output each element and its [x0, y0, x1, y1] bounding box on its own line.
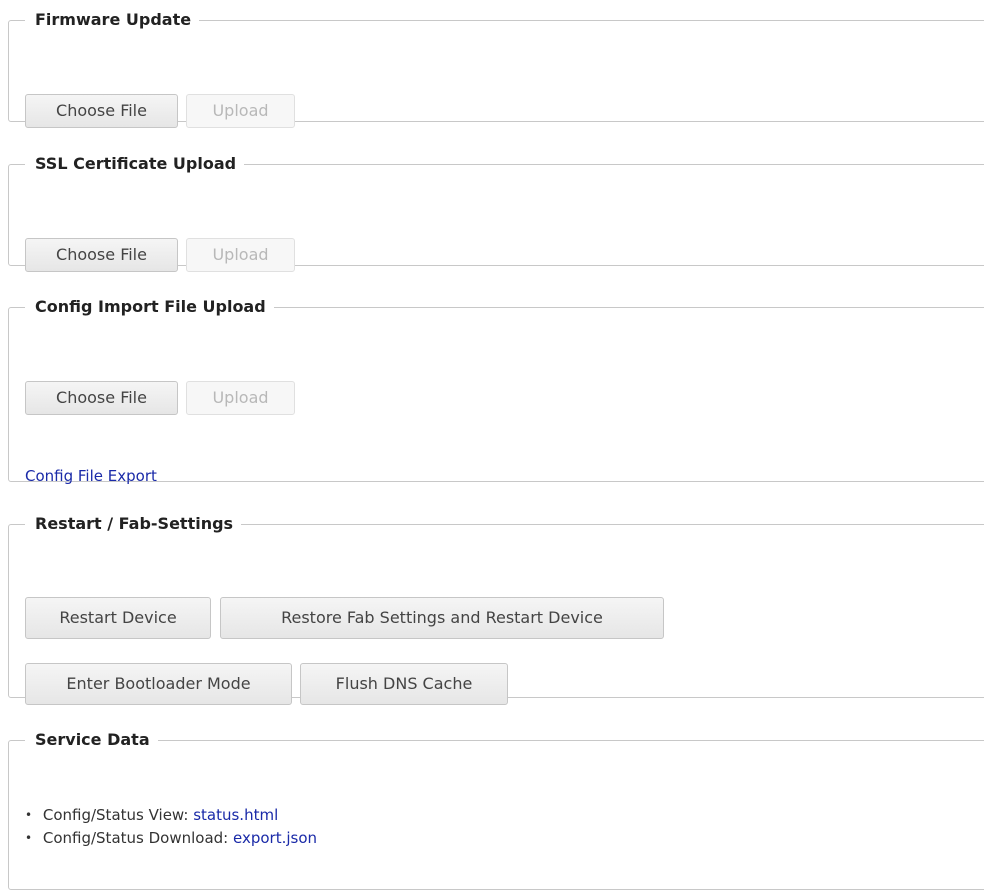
flush-dns-cache-button[interactable]: Flush DNS Cache: [300, 663, 508, 705]
firmware-upload-button[interactable]: Upload: [186, 94, 295, 128]
list-item: Config/Status View: status.html: [25, 804, 317, 827]
service-item-label: Config/Status View:: [42, 806, 189, 824]
firmware-update-title: Firmware Update: [35, 10, 192, 29]
config-file-export-link[interactable]: Config File Export: [25, 467, 157, 485]
config-choose-file-button[interactable]: Choose File: [25, 381, 178, 415]
config-upload-button[interactable]: Upload: [186, 381, 295, 415]
service-data-list: Config/Status View: status.html Config/S…: [25, 804, 317, 850]
ssl-certificate-title: SSL Certificate Upload: [35, 154, 237, 173]
service-data-section: Service Data Config/Status View: status.…: [8, 730, 984, 890]
restore-fab-settings-button[interactable]: Restore Fab Settings and Restart Device: [220, 597, 664, 639]
ssl-upload-button[interactable]: Upload: [186, 238, 295, 272]
restart-section: Restart / Fab-Settings Restart Device Re…: [8, 514, 984, 705]
enter-bootloader-button[interactable]: Enter Bootloader Mode: [25, 663, 292, 705]
config-import-section: Config Import File Upload Choose File Up…: [8, 297, 984, 485]
service-data-title: Service Data: [35, 730, 150, 749]
export-json-link[interactable]: export.json: [233, 829, 317, 847]
restart-title: Restart / Fab-Settings: [35, 514, 234, 533]
ssl-choose-file-button[interactable]: Choose File: [25, 238, 178, 272]
firmware-update-section: Firmware Update Choose File Upload: [8, 10, 984, 128]
config-import-title: Config Import File Upload: [35, 297, 266, 316]
service-item-label: Config/Status Download:: [42, 829, 229, 847]
ssl-certificate-section: SSL Certificate Upload Choose File Uploa…: [8, 154, 984, 272]
status-html-link[interactable]: status.html: [193, 806, 278, 824]
list-item: Config/Status Download: export.json: [25, 827, 317, 850]
restart-device-button[interactable]: Restart Device: [25, 597, 211, 639]
firmware-choose-file-button[interactable]: Choose File: [25, 94, 178, 128]
